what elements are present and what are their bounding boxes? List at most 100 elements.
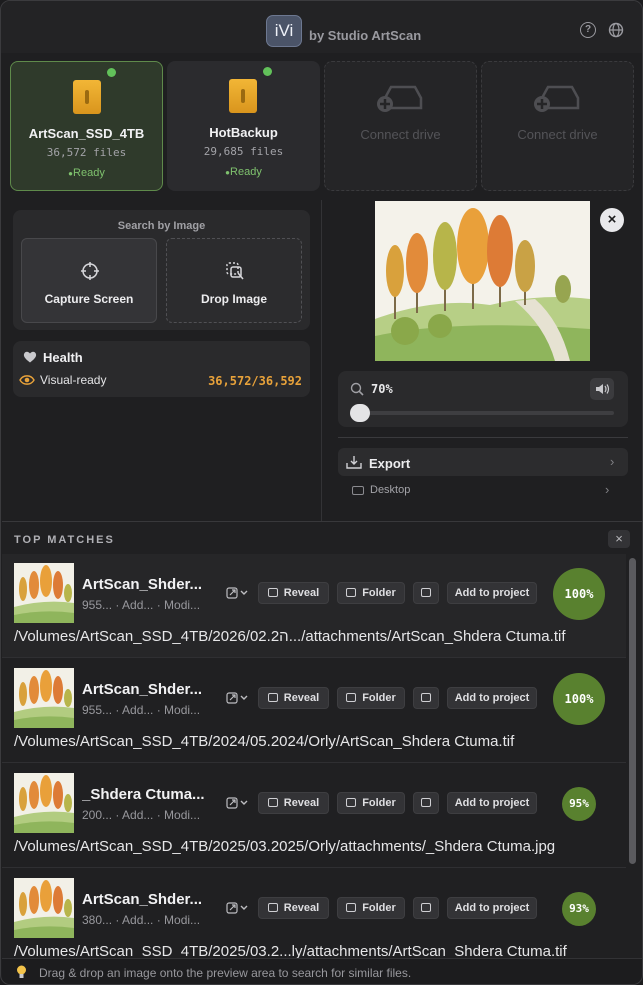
- connect-drive-slot[interactable]: Connect drive: [481, 61, 634, 191]
- top-matches-panel: TOP MATCHES × ArtScan_Shder... 955... · A…: [2, 521, 642, 973]
- match-row[interactable]: _Shdera Ctuma... 200... · Add... · Modi..…: [2, 764, 626, 868]
- match-score-badge: 93%: [562, 892, 596, 926]
- eye-icon: [19, 375, 35, 385]
- reveal-label: Reveal: [283, 902, 320, 914]
- open-external-icon[interactable]: [226, 586, 250, 600]
- match-thumbnail[interactable]: [14, 563, 74, 623]
- match-file-meta: 200... · Add... · Modi...: [82, 808, 201, 822]
- folder-button[interactable]: Folder: [337, 897, 405, 919]
- copy-icon: [421, 798, 431, 807]
- reveal-button[interactable]: Reveal: [258, 687, 329, 709]
- connect-drive-label: Connect drive: [517, 127, 598, 142]
- folder-button[interactable]: Folder: [337, 687, 405, 709]
- add-to-project-button[interactable]: Add to project: [447, 897, 537, 919]
- add-to-project-button[interactable]: Add to project: [447, 687, 537, 709]
- folder-icon: [267, 693, 278, 702]
- help-icon[interactable]: ?: [580, 22, 596, 38]
- copy-path-button[interactable]: [413, 687, 439, 709]
- close-matches-button[interactable]: ×: [608, 530, 630, 548]
- folder-button[interactable]: Folder: [337, 582, 405, 604]
- status-dot: [107, 68, 116, 77]
- drop-image-icon: [226, 262, 244, 280]
- status-dot: [263, 67, 272, 76]
- match-thumbnail[interactable]: [14, 773, 74, 833]
- export-label: Export: [369, 456, 411, 471]
- speaker-button[interactable]: [590, 378, 614, 400]
- match-row[interactable]: ArtScan_Shder... 955... · Add... · Modi..…: [2, 554, 626, 658]
- add-drive-icon: [534, 85, 580, 112]
- match-score-badge: 100%: [553, 568, 605, 620]
- match-score-badge: 100%: [553, 673, 605, 725]
- open-external-icon[interactable]: [226, 796, 250, 810]
- drive-card-artscan-ssd[interactable]: ArtScan_SSD_4TB 36,572 files Ready: [10, 61, 163, 191]
- drive-card-hotbackup[interactable]: HotBackup 29,685 files Ready: [167, 61, 320, 191]
- search-by-image-panel: Search by Image Capture Screen Drop Imag…: [13, 210, 310, 330]
- capture-screen-label: Capture Screen: [44, 292, 134, 306]
- add-to-project-button[interactable]: Add to project: [447, 582, 537, 604]
- copy-icon: [421, 693, 431, 702]
- copy-path-button[interactable]: [413, 792, 439, 814]
- visual-ready-count: 36,572/36,592: [208, 374, 302, 388]
- grid-icon: [346, 588, 357, 597]
- lightbulb-icon: [17, 965, 26, 978]
- app-byline: by Studio ArtScan: [309, 28, 422, 43]
- health-title: Health: [43, 350, 83, 365]
- match-thumbnail[interactable]: [14, 668, 74, 728]
- match-file-meta: 380... · Add... · Modi...: [82, 913, 201, 927]
- zoom-slider-track[interactable]: [352, 411, 614, 415]
- match-file-path[interactable]: /Volumes/ArtScan_SSD_4TB/2025/03.2025/Or…: [14, 838, 626, 855]
- globe-icon[interactable]: [608, 22, 624, 38]
- match-file-meta: 955... · Add... · Modi...: [82, 703, 201, 717]
- folder-icon: [267, 588, 278, 597]
- match-file-path[interactable]: /Volumes/ArtScan_SSD_4TB/2026/02.2ה.../a…: [14, 628, 626, 645]
- zoom-slider-knob[interactable]: [350, 404, 370, 422]
- reveal-button[interactable]: Reveal: [258, 897, 329, 919]
- match-file-meta: 955... · Add... · Modi...: [82, 598, 201, 612]
- folder-label: Folder: [362, 902, 396, 914]
- speaker-icon: [596, 384, 610, 394]
- scrollbar[interactable]: [629, 558, 636, 864]
- open-external-icon[interactable]: [226, 691, 250, 705]
- drive-file-count: 36,572 files: [46, 146, 127, 159]
- folder-button[interactable]: Folder: [337, 792, 405, 814]
- export-destination: Desktop: [370, 484, 411, 496]
- match-file-name: _Shdera Ctuma...: [82, 786, 205, 803]
- drive-name: ArtScan_SSD_4TB: [28, 126, 145, 141]
- match-row[interactable]: ArtScan_Shder... 955... · Add... · Modi..…: [2, 659, 626, 763]
- health-panel: Health Visual-ready 36,572/36,592: [13, 341, 310, 397]
- export-tray-icon: [346, 456, 362, 469]
- search-panel-title: Search by Image: [117, 220, 206, 232]
- copy-path-button[interactable]: [413, 897, 439, 919]
- drive-status: Ready: [11, 167, 162, 179]
- folder-icon: [267, 903, 278, 912]
- grid-icon: [346, 693, 357, 702]
- app-window: iVi by Studio ArtScan ? ArtScan_SSD_4TB …: [0, 0, 643, 985]
- reveal-label: Reveal: [283, 692, 320, 704]
- match-file-name: ArtScan_Shder...: [82, 891, 203, 908]
- connect-drive-slot[interactable]: Connect drive: [324, 61, 477, 191]
- section-divider: [338, 437, 628, 438]
- match-file-path[interactable]: /Volumes/ArtScan_SSD_4TB/2024/05.2024/Or…: [14, 733, 626, 750]
- drop-image-button[interactable]: Drop Image: [166, 238, 302, 323]
- reveal-button[interactable]: Reveal: [258, 792, 329, 814]
- drive-name: HotBackup: [209, 125, 278, 140]
- export-button[interactable]: Export ›: [338, 448, 628, 476]
- add-to-project-button[interactable]: Add to project: [447, 792, 537, 814]
- capture-screen-button[interactable]: Capture Screen: [21, 238, 157, 323]
- copy-path-button[interactable]: [413, 582, 439, 604]
- copy-icon: [421, 588, 431, 597]
- image-preview[interactable]: [375, 201, 590, 361]
- folder-icon: [267, 798, 278, 807]
- drive-icon: [73, 80, 101, 114]
- folder-label: Folder: [362, 692, 396, 704]
- export-destination-row[interactable]: Desktop ›: [351, 482, 621, 499]
- zoom-panel: 70%: [338, 371, 628, 427]
- match-thumbnail[interactable]: [14, 878, 74, 938]
- folder-icon: [352, 486, 364, 495]
- match-file-name: ArtScan_Shder...: [82, 681, 203, 698]
- close-preview-button[interactable]: ×: [600, 208, 624, 232]
- drive-icon: [229, 79, 257, 113]
- open-external-icon[interactable]: [226, 901, 250, 915]
- match-file-name: ArtScan_Shder...: [82, 576, 203, 593]
- reveal-button[interactable]: Reveal: [258, 582, 329, 604]
